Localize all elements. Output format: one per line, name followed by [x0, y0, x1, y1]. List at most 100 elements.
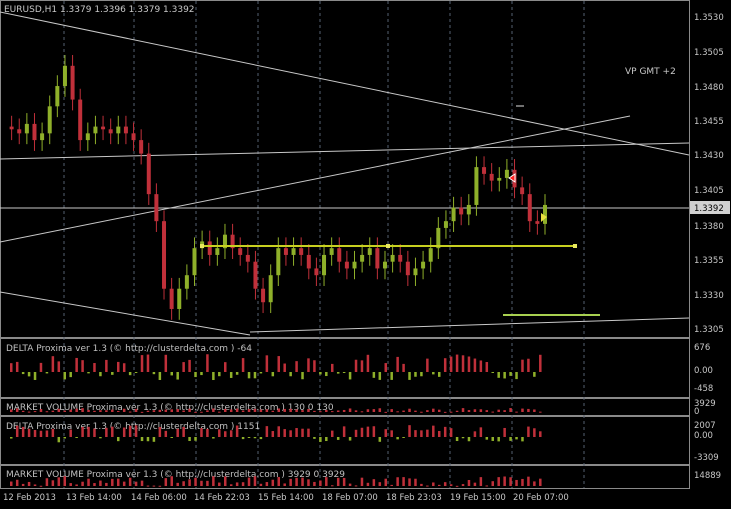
histogram-bar — [438, 484, 441, 486]
histogram-bar — [420, 372, 423, 377]
histogram-bar — [164, 354, 168, 372]
level-handle-mid[interactable] — [386, 244, 390, 248]
histogram-bar — [21, 410, 25, 412]
histogram-bar — [503, 410, 506, 412]
histogram-bar — [366, 409, 370, 412]
histogram-bar — [360, 477, 364, 486]
histogram-bar — [128, 477, 132, 486]
histogram-bar — [283, 408, 286, 412]
trendlines[interactable] — [0, 11, 690, 336]
histogram-bar — [378, 408, 382, 412]
price-tick: 1.3355 — [694, 256, 724, 266]
histogram-bar — [473, 358, 477, 372]
histogram-bar — [307, 358, 310, 372]
histogram-bar — [111, 426, 114, 437]
svg-text:13 Feb 14:00: 13 Feb 14:00 — [66, 493, 122, 503]
candle-body — [314, 268, 319, 276]
histogram-bar — [51, 428, 55, 437]
histogram-bar — [384, 411, 387, 413]
price-tick: 1.3405 — [694, 186, 724, 196]
histogram-bar — [372, 426, 376, 437]
candle-body — [85, 133, 90, 141]
histogram-bar — [75, 357, 78, 372]
histogram-bar — [485, 485, 489, 487]
histogram-bar — [158, 485, 162, 487]
level-handle-left[interactable] — [200, 244, 204, 248]
histogram-bar — [99, 437, 102, 439]
histogram-bar — [283, 363, 286, 372]
histogram-bar — [539, 411, 542, 413]
histogram-bar — [527, 426, 530, 437]
candle-body — [253, 261, 258, 289]
histogram-bar — [128, 425, 132, 437]
histogram-bar — [521, 359, 524, 372]
indicator-label-volume2: MARKET VOLUME Proxima ver 1.3 (© http://… — [6, 470, 345, 480]
histogram-bar — [473, 431, 477, 437]
histogram-bar — [128, 372, 132, 376]
histogram-bar — [134, 408, 138, 412]
histogram-bar — [378, 372, 382, 380]
histogram-bar — [247, 477, 251, 486]
histogram-bar — [75, 437, 78, 438]
histogram-bar — [122, 408, 126, 412]
candle-body — [146, 153, 151, 195]
histogram-bar — [461, 437, 465, 439]
candle-body — [93, 126, 98, 134]
candle-body — [261, 288, 266, 303]
histogram-bar — [461, 484, 465, 486]
candle-body — [344, 261, 349, 269]
histogram-bar — [491, 481, 494, 486]
histogram-bar — [200, 480, 203, 486]
histogram-bar — [33, 484, 37, 486]
histogram-bar — [449, 428, 453, 437]
histogram-bar — [105, 410, 108, 412]
trading-chart[interactable]: EURUSD,H1 1.3379 1.3396 1.3379 1.3392 VP… — [0, 0, 731, 509]
histogram-bar — [63, 476, 66, 486]
histogram-bar — [75, 484, 78, 486]
histogram-bar — [170, 372, 173, 376]
candles — [9, 54, 547, 320]
histogram-bar — [473, 409, 477, 412]
histogram-bar — [27, 481, 31, 486]
histogram-bar — [99, 372, 102, 377]
histogram-bar — [390, 409, 393, 412]
histogram-bar — [533, 409, 536, 412]
histogram-bar — [27, 428, 31, 437]
histogram-bar — [414, 372, 417, 377]
histogram-bar — [182, 410, 185, 412]
candle-body — [443, 221, 448, 228]
svg-text:0: 0 — [694, 407, 699, 417]
histogram-bar — [105, 427, 108, 437]
histogram-bar — [408, 478, 411, 486]
histogram-bar — [253, 476, 257, 486]
candle-body — [466, 204, 471, 215]
candle-body — [367, 248, 372, 255]
histogram-bar — [218, 411, 221, 413]
histogram-bar — [402, 363, 405, 372]
svg-text:-458: -458 — [694, 384, 713, 394]
level-handle-right[interactable] — [573, 244, 577, 248]
histogram-bar — [336, 437, 340, 440]
histogram-bar — [122, 481, 126, 486]
svg-text:12 Feb 2013: 12 Feb 2013 — [3, 493, 56, 503]
price-tick: 1.3380 — [694, 222, 724, 232]
histogram-bar — [515, 479, 518, 486]
histogram-bar — [152, 410, 156, 412]
histogram-bar — [331, 430, 334, 437]
candle-body — [299, 248, 304, 255]
histogram-bar — [509, 437, 512, 441]
candle-body — [535, 221, 540, 224]
candle-body — [131, 133, 136, 141]
histogram-bar — [253, 408, 257, 412]
histogram-bar — [81, 360, 84, 372]
histogram-bar — [491, 437, 494, 441]
histogram-bar — [372, 372, 376, 378]
histogram-bar — [146, 437, 150, 442]
candle-body — [192, 248, 197, 276]
histogram-bar — [301, 428, 304, 437]
histogram-bar — [194, 437, 197, 441]
histogram-bar — [45, 430, 49, 437]
histogram-bar — [521, 408, 524, 412]
histogram-bar — [408, 408, 411, 412]
histogram-bar — [479, 360, 483, 372]
